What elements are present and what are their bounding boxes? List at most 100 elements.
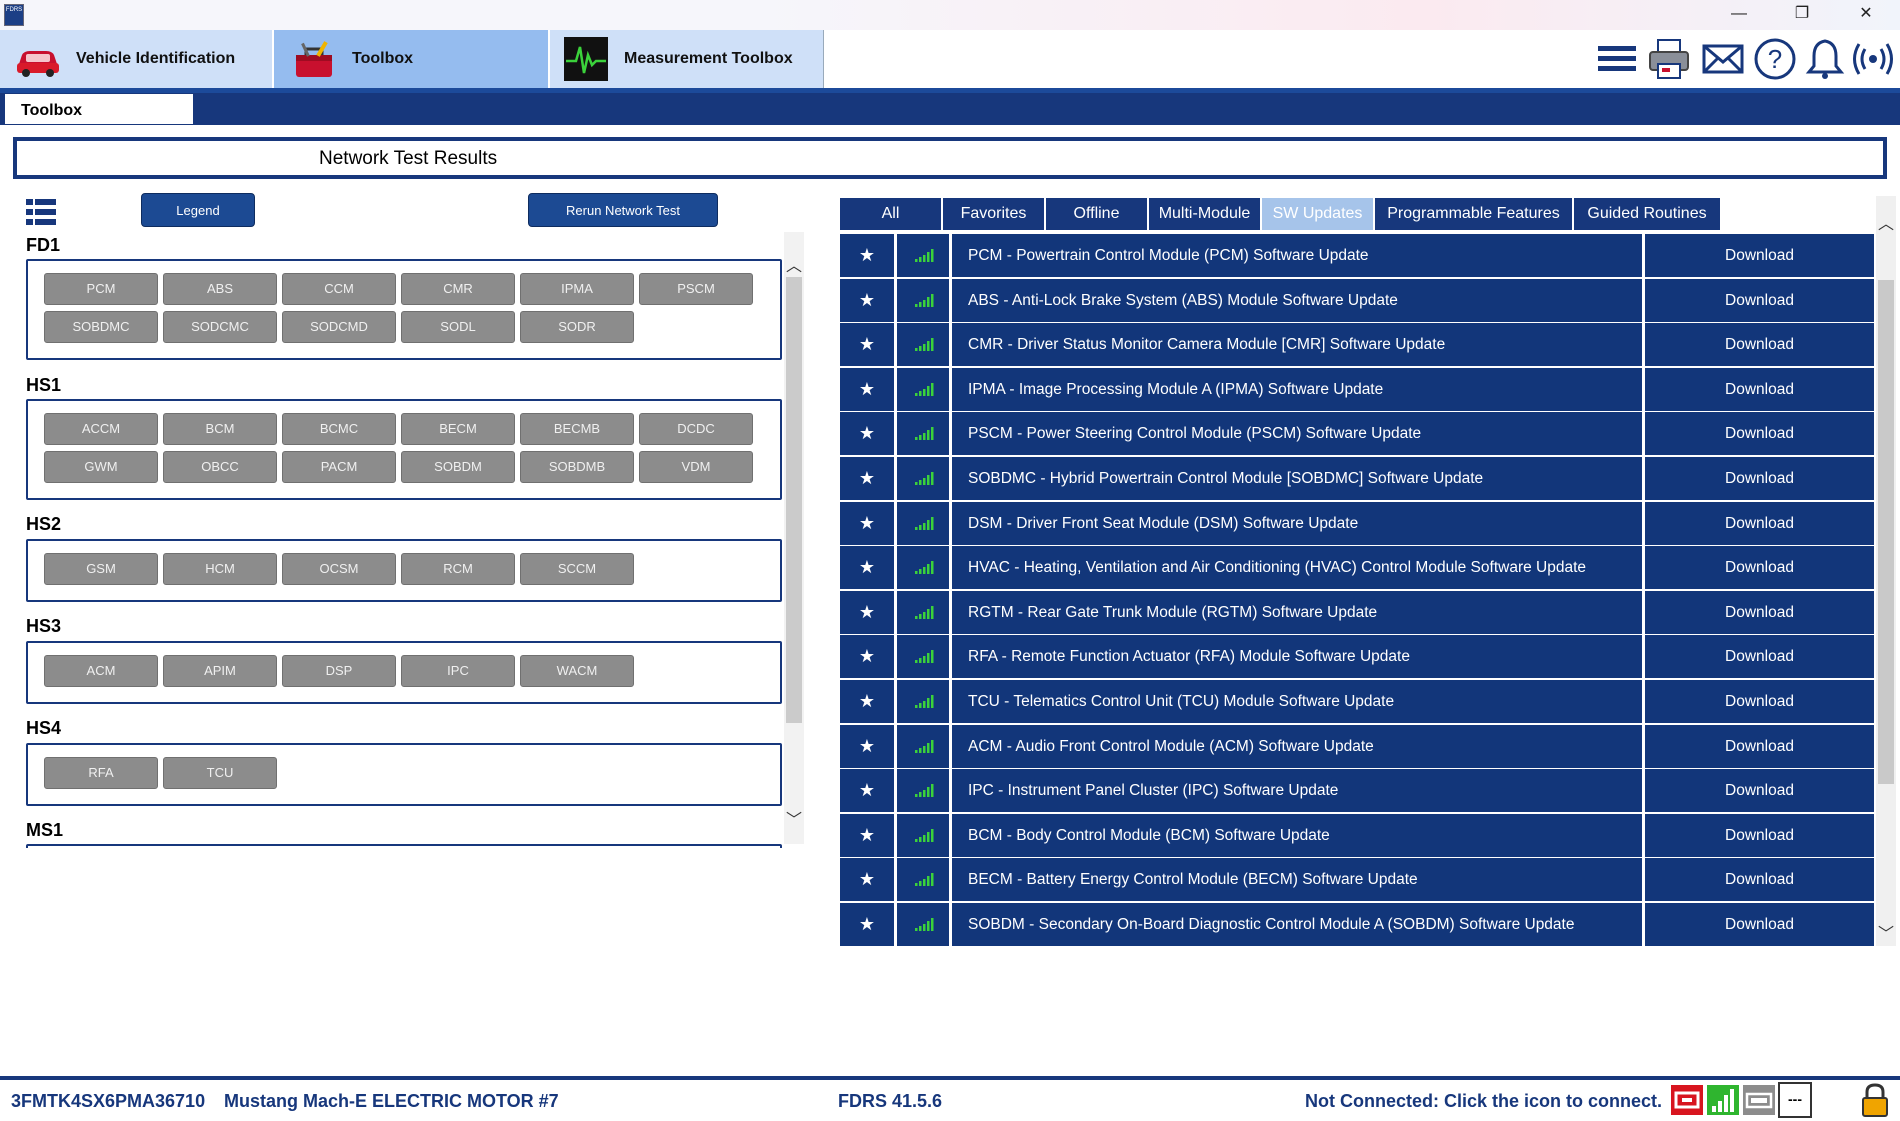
list-view-icon[interactable]: [26, 199, 56, 225]
download-button[interactable]: Download: [1645, 769, 1874, 813]
module-button-sccm[interactable]: SCCM: [520, 553, 634, 585]
download-button[interactable]: Download: [1645, 635, 1874, 679]
updates-scroll-down-arrow-icon[interactable]: ﹀: [1876, 920, 1896, 944]
updates-scrollbar-thumb[interactable]: [1878, 280, 1894, 784]
bell-icon[interactable]: [1802, 36, 1848, 82]
filter-tab-offline[interactable]: Offline: [1046, 198, 1147, 230]
module-button-ocsm[interactable]: OCSM: [282, 553, 396, 585]
favorite-star-icon[interactable]: ★: [840, 590, 894, 634]
favorite-star-icon[interactable]: ★: [840, 323, 894, 367]
filter-tab-favorites[interactable]: Favorites: [943, 198, 1044, 230]
download-button[interactable]: Download: [1645, 367, 1874, 411]
download-button[interactable]: Download: [1645, 813, 1874, 857]
module-button-rcm[interactable]: RCM: [401, 553, 515, 585]
download-button[interactable]: Download: [1645, 858, 1874, 902]
update-row[interactable]: ★ SOBDMC - Hybrid Powertrain Control Modu…: [840, 457, 1874, 500]
favorite-star-icon[interactable]: ★: [840, 903, 894, 946]
favorite-star-icon[interactable]: ★: [840, 546, 894, 590]
update-row[interactable]: ★ IPC - Instrument Panel Cluster (IPC) So…: [840, 769, 1874, 813]
close-button[interactable]: ✕: [1838, 0, 1894, 30]
module-button-bcm[interactable]: BCM: [163, 413, 277, 445]
favorite-star-icon[interactable]: ★: [840, 769, 894, 813]
module-button-sobdmc[interactable]: SOBDMC: [44, 311, 158, 343]
favorite-star-icon[interactable]: ★: [840, 635, 894, 679]
filter-tab-programmable-features[interactable]: Programmable Features: [1375, 198, 1572, 230]
scroll-up-arrow-icon[interactable]: ︿: [784, 252, 804, 276]
module-button-sobdm[interactable]: SOBDM: [401, 451, 515, 483]
favorite-star-icon[interactable]: ★: [840, 234, 894, 277]
update-row[interactable]: ★ SOBDM - Secondary On-Board Diagnostic C…: [840, 903, 1874, 946]
module-button-ccm[interactable]: CCM: [282, 273, 396, 305]
update-row[interactable]: ★ IPMA - Image Processing Module A (IPMA)…: [840, 367, 1874, 411]
download-button[interactable]: Download: [1645, 323, 1874, 367]
filter-tab-sw-updates[interactable]: SW Updates: [1262, 198, 1373, 230]
update-row[interactable]: ★ RFA - Remote Function Actuator (RFA) Mo…: [840, 635, 1874, 679]
update-row[interactable]: ★ TCU - Telematics Control Unit (TCU) Mod…: [840, 680, 1874, 723]
download-button[interactable]: Download: [1645, 724, 1874, 768]
module-button-sodr[interactable]: SODR: [520, 311, 634, 343]
module-button-acm[interactable]: ACM: [44, 655, 158, 687]
filter-tab-all[interactable]: All: [840, 198, 941, 230]
update-row[interactable]: ★ BECM - Battery Energy Control Module (B…: [840, 858, 1874, 902]
updates-scroll-up-arrow-icon[interactable]: ︿: [1876, 210, 1896, 234]
favorite-star-icon[interactable]: ★: [840, 813, 894, 857]
module-button-rfa[interactable]: RFA: [44, 757, 158, 789]
module-button-becm[interactable]: BECM: [401, 413, 515, 445]
filter-tab-guided-routines[interactable]: Guided Routines: [1574, 198, 1720, 230]
download-button[interactable]: Download: [1645, 412, 1874, 456]
module-button-accm[interactable]: ACCM: [44, 413, 158, 445]
module-button-sobdmb[interactable]: SOBDMB: [520, 451, 634, 483]
module-button-gsm[interactable]: GSM: [44, 553, 158, 585]
tab-toolbox[interactable]: Toolbox: [274, 30, 548, 88]
download-button[interactable]: Download: [1645, 234, 1874, 277]
favorite-star-icon[interactable]: ★: [840, 724, 894, 768]
module-button-wacm[interactable]: WACM: [520, 655, 634, 687]
download-button[interactable]: Download: [1645, 457, 1874, 500]
favorite-star-icon[interactable]: ★: [840, 501, 894, 545]
update-row[interactable]: ★ BCM - Body Control Module (BCM) Softwar…: [840, 813, 1874, 857]
module-button-bcmc[interactable]: BCMC: [282, 413, 396, 445]
module-button-cmr[interactable]: CMR: [401, 273, 515, 305]
module-button-dsp[interactable]: DSP: [282, 655, 396, 687]
module-button-pscm[interactable]: PSCM: [639, 273, 753, 305]
rerun-network-test-button[interactable]: Rerun Network Test: [528, 193, 718, 227]
download-button[interactable]: Download: [1645, 903, 1874, 946]
module-button-tcu[interactable]: TCU: [163, 757, 277, 789]
module-button-pacm[interactable]: PACM: [282, 451, 396, 483]
favorite-star-icon[interactable]: ★: [840, 412, 894, 456]
download-button[interactable]: Download: [1645, 680, 1874, 723]
update-row[interactable]: ★ DSM - Driver Front Seat Module (DSM) So…: [840, 501, 1874, 545]
tab-measurement-toolbox[interactable]: Measurement Toolbox: [550, 30, 824, 88]
help-icon[interactable]: ?: [1752, 36, 1798, 82]
connection-icon[interactable]: [1850, 36, 1896, 82]
module-button-pcm[interactable]: PCM: [44, 273, 158, 305]
module-button-sodcmc[interactable]: SODCMC: [163, 311, 277, 343]
scroll-down-arrow-icon[interactable]: ﹀: [784, 806, 804, 830]
legend-button[interactable]: Legend: [141, 193, 255, 227]
module-button-gwm[interactable]: GWM: [44, 451, 158, 483]
restore-button[interactable]: ❐: [1774, 0, 1830, 30]
tab-vehicle-identification[interactable]: Vehicle Identification: [0, 30, 272, 88]
module-button-hcm[interactable]: HCM: [163, 553, 277, 585]
module-button-sodcmd[interactable]: SODCMD: [282, 311, 396, 343]
module-button-vdm[interactable]: VDM: [639, 451, 753, 483]
download-button[interactable]: Download: [1645, 278, 1874, 322]
module-button-sodl[interactable]: SODL: [401, 311, 515, 343]
update-row[interactable]: ★ ABS - Anti-Lock Brake System (ABS) Modu…: [840, 278, 1874, 322]
module-button-obcc[interactable]: OBCC: [163, 451, 277, 483]
module-button-ipc[interactable]: IPC: [401, 655, 515, 687]
update-row[interactable]: ★ PCM - Powertrain Control Module (PCM) S…: [840, 234, 1874, 277]
mail-icon[interactable]: [1700, 36, 1746, 82]
filter-tab-multi-module[interactable]: Multi-Module: [1149, 198, 1260, 230]
favorite-star-icon[interactable]: ★: [840, 278, 894, 322]
signal-strength-icon[interactable]: [1706, 1082, 1740, 1118]
update-row[interactable]: ★ PSCM - Power Steering Control Module (P…: [840, 412, 1874, 456]
update-row[interactable]: ★ ACM - Audio Front Control Module (ACM) …: [840, 724, 1874, 768]
battery-icon[interactable]: [1742, 1082, 1776, 1118]
module-button-dcdc[interactable]: DCDC: [639, 413, 753, 445]
favorite-star-icon[interactable]: ★: [840, 858, 894, 902]
favorite-star-icon[interactable]: ★: [840, 680, 894, 723]
module-button-ipma[interactable]: IPMA: [520, 273, 634, 305]
printer-icon[interactable]: [1646, 36, 1692, 82]
download-button[interactable]: Download: [1645, 590, 1874, 634]
